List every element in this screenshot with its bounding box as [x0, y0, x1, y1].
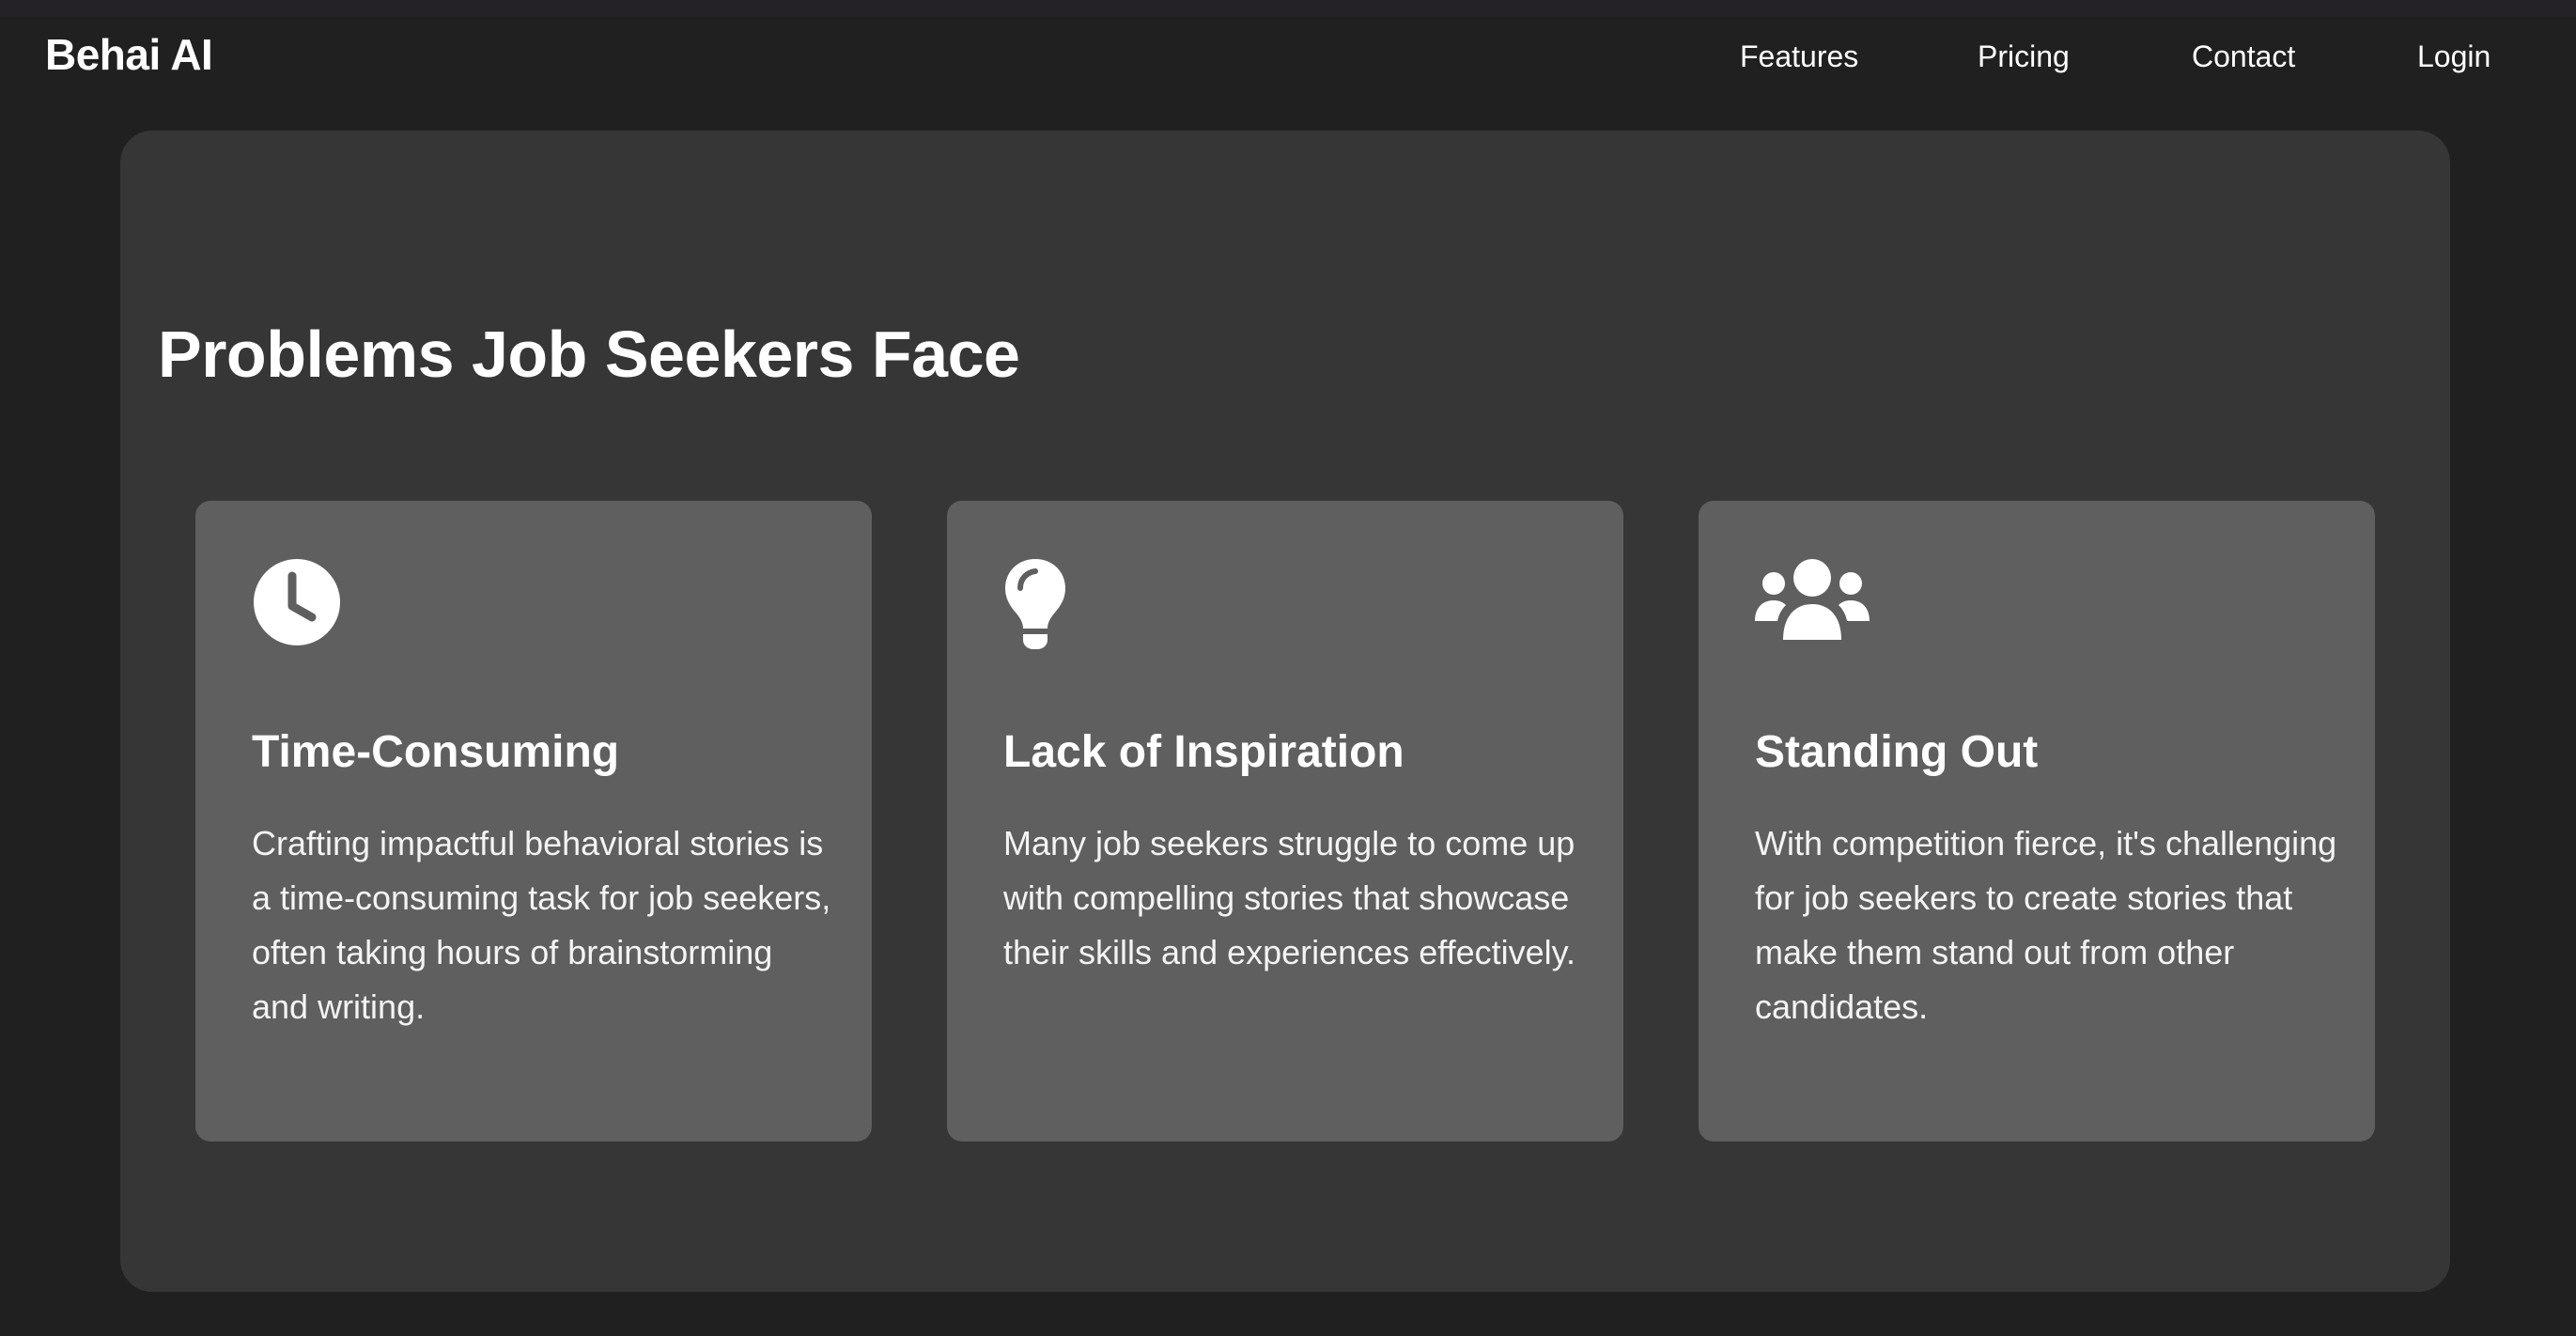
nav-link-pricing[interactable]: Pricing [1978, 36, 2070, 77]
card-title: Time-Consuming [252, 727, 620, 777]
problems-section: Problems Job Seekers Face Time-Consuming… [120, 131, 2450, 1292]
problem-card-standing-out: Standing Out With competition fierce, it… [1699, 501, 2375, 1142]
navbar: Behai AI Features Pricing Contact Login [0, 17, 2576, 115]
nav-link-features[interactable]: Features [1740, 36, 1858, 77]
card-title: Lack of Inspiration [1003, 727, 1404, 777]
card-description: Many job seekers struggle to come up wit… [1003, 824, 1575, 971]
lightbulb-icon [1003, 557, 1067, 651]
problem-card-lack-of-inspiration: Lack of Inspiration Many job seekers str… [947, 501, 1623, 1142]
browser-top-strip [0, 0, 2576, 17]
problem-card-time-consuming: Time-Consuming Crafting impactful behavi… [195, 501, 872, 1142]
card-description: Crafting impactful behavioral stories is… [252, 824, 831, 1026]
card-description: With competition fierce, it's challengin… [1755, 824, 2337, 1026]
nav-link-contact[interactable]: Contact [2192, 36, 2295, 77]
card-title: Standing Out [1755, 727, 2039, 777]
section-title: Problems Job Seekers Face [158, 318, 1020, 391]
users-icon [1755, 557, 1870, 651]
nav-link-login[interactable]: Login [2417, 36, 2491, 77]
nav-links: Features Pricing Contact Login [0, 36, 2576, 77]
clock-icon [252, 557, 342, 651]
